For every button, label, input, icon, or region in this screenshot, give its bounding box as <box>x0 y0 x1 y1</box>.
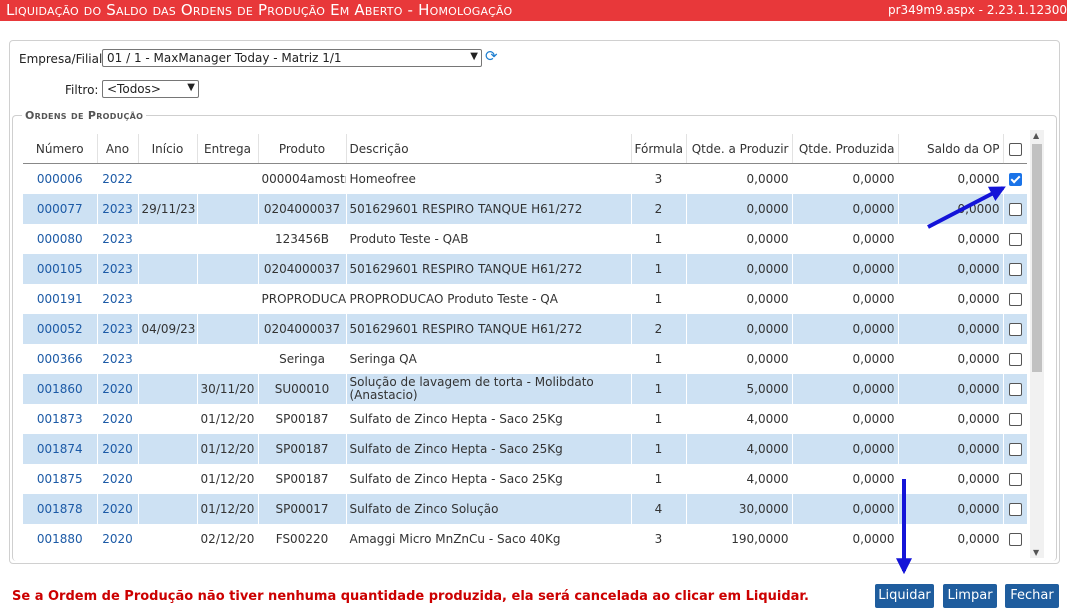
limpar-button[interactable]: Limpar <box>943 584 997 608</box>
annotation-layer <box>896 186 1006 575</box>
liquidar-button[interactable]: Liquidar <box>875 584 934 608</box>
warning-note: Se a Ordem de Produção não tiver nenhuma… <box>12 589 809 604</box>
fechar-button[interactable]: Fechar <box>1005 584 1059 608</box>
annotation-arrow-checkbox <box>927 186 1006 229</box>
